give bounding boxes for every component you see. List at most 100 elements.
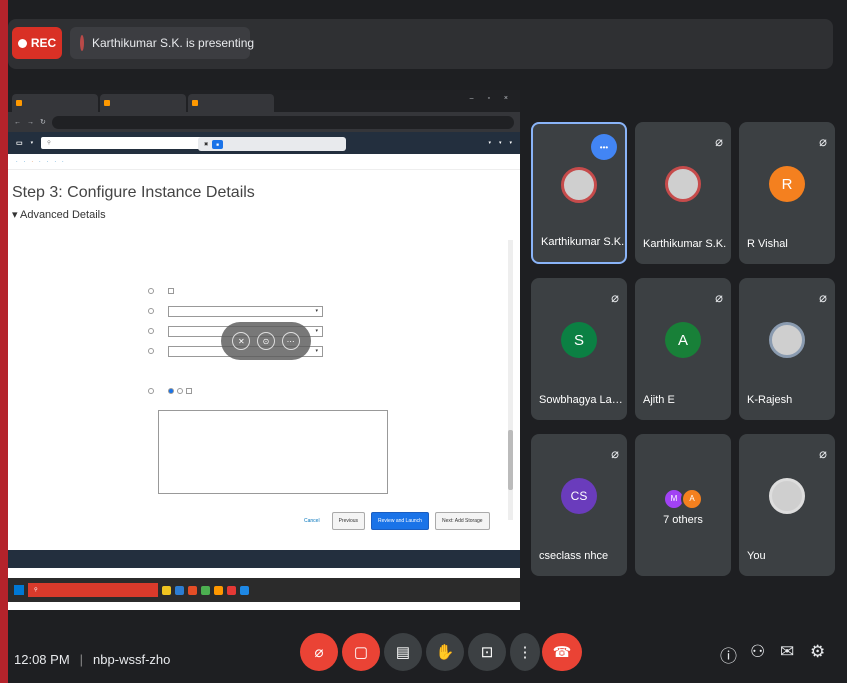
stop-sharing-button[interactable]: ■ xyxy=(212,139,223,149)
wizard-step[interactable]: · xyxy=(24,159,26,165)
participant-tile[interactable]: CS ⌀ cseclass nhce xyxy=(531,434,627,576)
browser-tab[interactable] xyxy=(188,94,274,112)
enclave-checkbox[interactable] xyxy=(168,288,174,294)
wizard-step-current[interactable]: · xyxy=(31,159,33,165)
activities-icon[interactable]: ⚙ xyxy=(810,642,825,662)
radio-icon xyxy=(168,388,174,394)
wizard-step[interactable]: · xyxy=(54,159,56,165)
raise-hand-button[interactable]: ✋ xyxy=(426,633,464,671)
mic-off-icon[interactable]: ✕ xyxy=(232,332,251,350)
camera-button[interactable]: ▢ xyxy=(342,633,380,671)
user-data-radio-group[interactable] xyxy=(168,388,192,394)
browser-tab[interactable] xyxy=(12,94,98,112)
participant-avatar: R xyxy=(769,166,805,203)
presenting-text: Karthikumar S.K. is presenting xyxy=(92,36,255,50)
participant-tile[interactable]: ⌀ Karthikumar S.K. xyxy=(635,122,731,264)
participant-name: You xyxy=(747,550,766,562)
browser-address-bar: ← → ↻ xyxy=(8,112,520,132)
info-icon[interactable]: ⓘ xyxy=(720,642,737,667)
info-icon[interactable] xyxy=(148,288,154,294)
hand-icon: ✋ xyxy=(435,644,455,661)
microphone-button[interactable]: ⌀ xyxy=(300,633,338,671)
review-and-launch-button[interactable]: Review and Launch xyxy=(371,512,429,530)
form-row: ▾ xyxy=(8,302,520,320)
aws-favicon-icon xyxy=(192,100,198,106)
wizard-step[interactable]: · xyxy=(16,159,18,165)
pin-icon[interactable]: ⊙ xyxy=(256,332,275,350)
participant-avatar: A xyxy=(681,487,703,510)
scrollbar-thumb[interactable] xyxy=(508,430,513,490)
participant-tile[interactable]: A ⌀ Ajith E xyxy=(635,278,731,420)
user-data-textarea[interactable] xyxy=(158,410,388,494)
participant-name: R Vishal xyxy=(747,238,788,250)
participant-name: Karthikumar S.K. xyxy=(541,236,625,248)
participant-tile[interactable]: ••• Karthikumar S.K. xyxy=(531,122,627,264)
mic-off-icon: ⌀ xyxy=(715,134,723,149)
participant-tile[interactable]: S ⌀ Sowbhagya Laks... xyxy=(531,278,627,420)
more-icon[interactable]: ⋯ xyxy=(281,332,300,350)
chat-icon[interactable]: ✉ xyxy=(780,642,794,662)
app-icon[interactable] xyxy=(240,585,249,595)
wizard-steps: · · · · · · · xyxy=(8,154,520,170)
checkbox-icon xyxy=(168,288,174,294)
advanced-details-toggle[interactable]: ▾ Advanced Details xyxy=(8,202,520,221)
participant-tile[interactable]: ⌀ K-Rajesh xyxy=(739,278,835,420)
app-icon[interactable] xyxy=(214,585,223,595)
more-options-button[interactable]: ⋮ xyxy=(510,633,540,671)
forward-icon[interactable]: → xyxy=(27,119,34,126)
more-vert-icon: ⋮ xyxy=(517,644,533,661)
reload-icon[interactable]: ↻ xyxy=(40,118,46,126)
presenting-banner[interactable]: Karthikumar S.K. is presenting xyxy=(70,27,254,59)
aws-footer xyxy=(8,550,520,568)
wizard-step[interactable]: · xyxy=(62,159,64,165)
wizard-step[interactable]: · xyxy=(47,159,49,165)
captions-button[interactable]: ▤ xyxy=(384,633,422,671)
chrome-icon[interactable] xyxy=(201,585,210,595)
meet-window: REC Karthikumar S.K. is presenting – ▫ ×… xyxy=(8,0,847,683)
info-icon[interactable] xyxy=(148,308,154,314)
self-tile[interactable]: ⌀ You xyxy=(739,434,835,576)
mic-off-icon: ⌀ xyxy=(611,290,619,305)
app-icon[interactable] xyxy=(227,585,236,595)
checkbox-icon xyxy=(186,388,192,394)
people-icon[interactable]: ⚇ xyxy=(750,642,765,662)
step-title: Step 3: Configure Instance Details xyxy=(12,184,255,201)
leave-call-button[interactable]: ☎ xyxy=(542,633,582,671)
participant-photo xyxy=(769,478,805,515)
participant-tile[interactable]: R ⌀ R Vishal xyxy=(739,122,835,264)
present-button[interactable]: ⊡ xyxy=(468,633,506,671)
metadata-accessible-select[interactable]: ▾ xyxy=(168,305,323,317)
section-title: Advanced Details xyxy=(19,209,106,221)
services-menu[interactable]: ▾ xyxy=(31,140,34,146)
window-controls[interactable]: – ▫ × xyxy=(470,95,514,102)
info-icon[interactable] xyxy=(148,348,154,354)
participant-photo xyxy=(665,166,701,203)
info-icon[interactable] xyxy=(148,388,154,394)
recording-indicator[interactable]: REC xyxy=(12,27,62,59)
aws-logo-icon[interactable]: ▭ xyxy=(16,139,23,147)
radio-icon xyxy=(177,388,183,394)
mic-off-icon: ⌀ xyxy=(819,134,827,149)
cancel-button[interactable]: Cancel xyxy=(298,512,326,530)
wizard-step[interactable]: · xyxy=(39,159,41,165)
browser-tab[interactable] xyxy=(100,94,186,112)
aws-favicon-icon xyxy=(104,100,110,106)
participant-photo xyxy=(769,322,805,359)
meeting-info: 12:08 PM | nbp-wssf-zho xyxy=(14,652,170,667)
next-add-storage-button[interactable]: Next: Add Storage xyxy=(434,512,490,530)
folder-icon[interactable] xyxy=(162,585,171,595)
aws-favicon-icon xyxy=(16,100,22,106)
participant-name: Ajith E xyxy=(643,394,675,406)
others-tile[interactable]: M A 7 others xyxy=(635,434,731,576)
account-menus[interactable]: ▾ ▾ ▾ xyxy=(488,140,512,146)
windows-start-icon[interactable] xyxy=(14,585,24,595)
app-icon[interactable] xyxy=(188,585,197,595)
chevron-down-icon: ▾ xyxy=(315,328,318,334)
url-field[interactable] xyxy=(51,115,514,129)
app-icon[interactable] xyxy=(175,585,184,595)
previous-button[interactable]: Previous xyxy=(331,512,366,530)
back-icon[interactable]: ← xyxy=(14,119,21,126)
info-icon[interactable] xyxy=(148,328,154,334)
taskbar-search[interactable]: ⚲ xyxy=(28,583,158,597)
page-scrollbar[interactable] xyxy=(508,240,513,520)
